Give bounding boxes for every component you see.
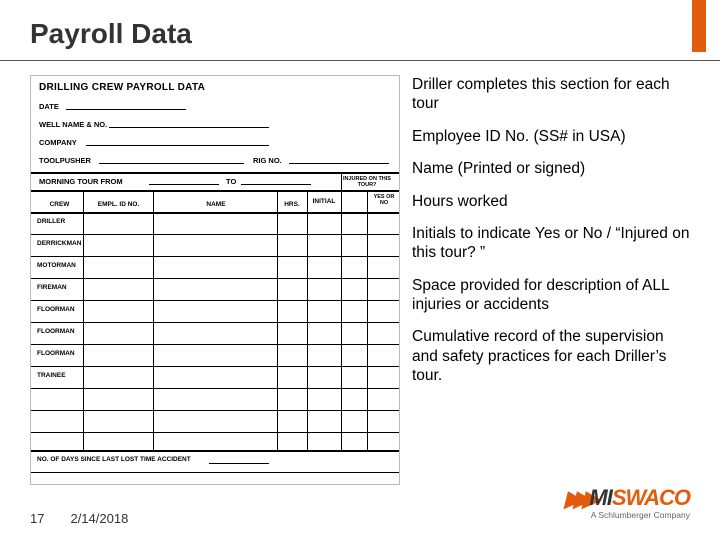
line	[289, 163, 389, 164]
logo-mi: MI	[589, 485, 611, 510]
note-1: Driller completes this section for each …	[412, 75, 690, 114]
row-line	[31, 366, 399, 367]
role-fireman: FIREMAN	[37, 284, 67, 291]
note-2: Employee ID No. (SS# in USA)	[412, 127, 690, 146]
role-floorman3: FLOORMAN	[37, 350, 75, 357]
col-hrs: HRS.	[279, 201, 305, 208]
page-title: Payroll Data	[0, 0, 720, 56]
fld-company: COMPANY	[39, 138, 77, 147]
page-number: 17	[30, 511, 44, 526]
note-5: Initials to indicate Yes or No / “Injure…	[412, 224, 690, 263]
role-floorman1: FLOORMAN	[37, 306, 75, 313]
row-line	[31, 322, 399, 323]
role-floorman2: FLOORMAN	[37, 328, 75, 335]
vline	[83, 190, 84, 450]
note-4: Hours worked	[412, 192, 690, 211]
row-line	[31, 278, 399, 279]
row-line	[31, 472, 399, 473]
line	[241, 184, 311, 185]
row-line	[31, 388, 399, 389]
row-line	[31, 300, 399, 301]
thick-rule	[31, 172, 399, 174]
vline	[153, 190, 154, 450]
title-rule	[0, 60, 720, 61]
fld-well: WELL NAME & NO.	[39, 120, 107, 129]
col-name: NAME	[161, 201, 271, 208]
col-yesno: YES OR NO	[369, 194, 399, 206]
fld-date: DATE	[39, 102, 59, 111]
line	[109, 127, 269, 128]
notes-column: Driller completes this section for each …	[412, 75, 690, 505]
vline	[277, 190, 278, 450]
thick-rule	[31, 212, 399, 214]
col-empl: EMPL. ID NO.	[86, 201, 151, 208]
role-motorman: MOTORMAN	[37, 262, 76, 269]
note-7: Cumulative record of the supervision and…	[412, 327, 690, 385]
fld-to: TO	[226, 177, 236, 186]
role-driller: DRILLER	[37, 218, 65, 225]
logo-swaco: SWACO	[612, 485, 690, 510]
fld-rigno: RIG NO.	[253, 156, 282, 165]
accent-bar	[692, 0, 706, 52]
logo-main: ▶▶▶MISWACO	[565, 485, 690, 512]
page-date: 2/14/2018	[70, 511, 128, 526]
row-line	[31, 256, 399, 257]
vline	[367, 190, 368, 450]
note-3: Name (Printed or signed)	[412, 159, 690, 178]
thick-rule	[31, 190, 399, 192]
fld-bottom: NO. OF DAYS SINCE LAST LOST TIME ACCIDEN…	[37, 456, 191, 463]
fld-tour: MORNING TOUR FROM	[39, 177, 123, 186]
logo-chevrons-icon: ▶▶▶	[565, 486, 592, 512]
vline	[307, 190, 308, 450]
line	[86, 145, 269, 146]
content-area: DRILLING CREW PAYROLL DATA DATE WELL NAM…	[30, 75, 690, 505]
form-header: DRILLING CREW PAYROLL DATA	[39, 82, 205, 93]
payroll-form-figure: DRILLING CREW PAYROLL DATA DATE WELL NAM…	[30, 75, 400, 485]
note-6: Space provided for description of ALL in…	[412, 276, 690, 315]
row-line	[31, 410, 399, 411]
logo: ▶▶▶MISWACO A Schlumberger Company	[565, 485, 690, 520]
role-derrickman: DERRICKMAN	[37, 240, 81, 247]
line	[66, 109, 186, 110]
line	[99, 163, 244, 164]
col-initial: INITIAL	[309, 198, 339, 205]
line	[149, 184, 219, 185]
row-line	[31, 432, 399, 433]
line	[209, 463, 269, 464]
row-line	[31, 344, 399, 345]
thick-rule	[31, 450, 399, 452]
col-crew: CREW	[37, 201, 82, 208]
fld-toolpusher: TOOLPUSHER	[39, 156, 91, 165]
vline	[341, 172, 342, 450]
col-injured: INJURED ON THIS TOUR?	[341, 176, 393, 188]
row-line	[31, 234, 399, 235]
role-trainee: TRAINEE	[37, 372, 66, 379]
